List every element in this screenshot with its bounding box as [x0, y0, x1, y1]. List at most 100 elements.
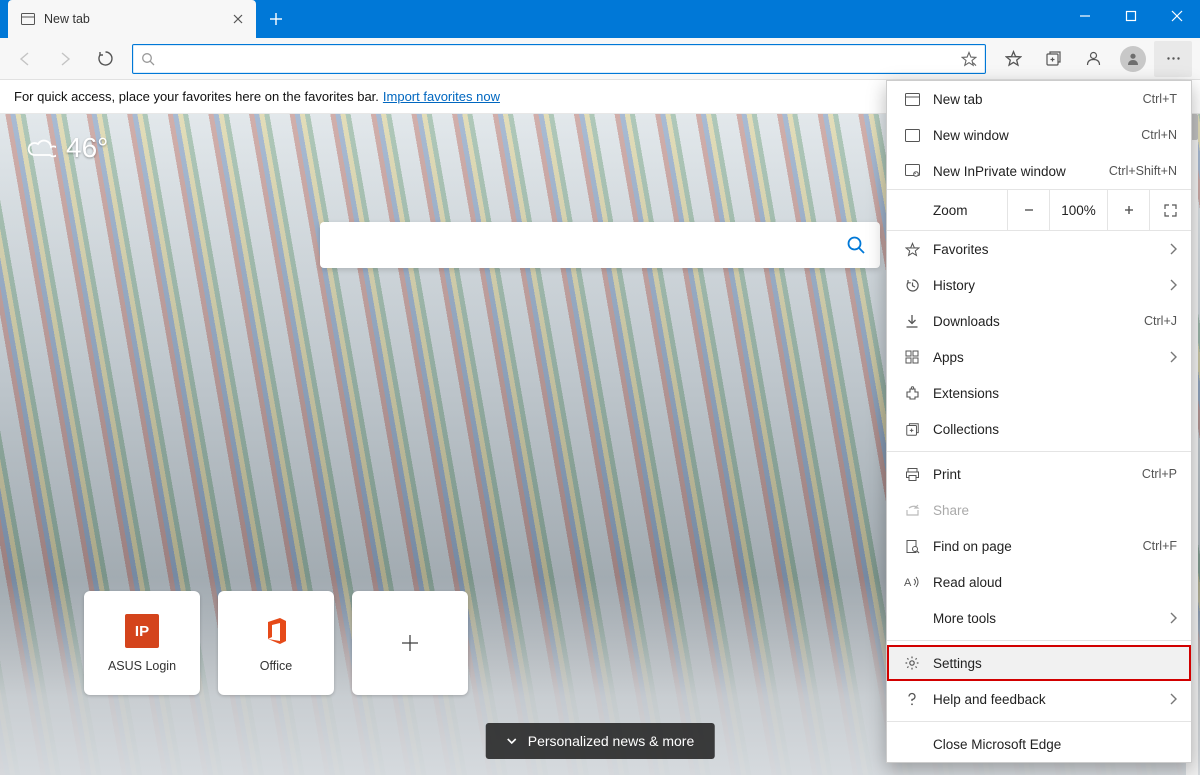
menu-shortcut: Ctrl+J: [1144, 314, 1177, 328]
collections-icon: [901, 422, 923, 437]
settings-more-menu: New tab Ctrl+T New window Ctrl+N New InP…: [886, 80, 1192, 763]
menu-close-edge[interactable]: Close Microsoft Edge: [887, 726, 1191, 762]
more-menu-button[interactable]: [1154, 41, 1192, 77]
menu-label: Share: [933, 503, 1177, 518]
inprivate-icon: [901, 164, 923, 178]
menu-print[interactable]: Print Ctrl+P: [887, 456, 1191, 492]
tab-title: New tab: [44, 12, 222, 26]
avatar-icon: [1120, 46, 1146, 72]
menu-find-on-page[interactable]: Find on page Ctrl+F: [887, 528, 1191, 564]
search-icon: [141, 52, 155, 66]
menu-new-tab[interactable]: New tab Ctrl+T: [887, 81, 1191, 117]
star-icon: [901, 242, 923, 257]
chevron-right-icon: [1169, 351, 1177, 363]
minimize-button[interactable]: [1062, 0, 1108, 32]
menu-read-aloud[interactable]: A Read aloud: [887, 564, 1191, 600]
back-button[interactable]: [6, 41, 44, 77]
menu-history[interactable]: History: [887, 267, 1191, 303]
fullscreen-button[interactable]: [1149, 190, 1191, 230]
tile-asus-login[interactable]: IP ASUS Login: [84, 591, 200, 695]
menu-new-inprivate[interactable]: New InPrivate window Ctrl+Shift+N: [887, 153, 1191, 189]
zoom-out-button[interactable]: [1007, 190, 1049, 230]
profile-icon-button[interactable]: [1074, 41, 1112, 77]
cloud-icon: [26, 137, 56, 159]
find-icon: [901, 539, 923, 554]
menu-shortcut: Ctrl+N: [1141, 128, 1177, 142]
zoom-in-button[interactable]: [1107, 190, 1149, 230]
menu-extensions[interactable]: Extensions: [887, 375, 1191, 411]
toolbar: [0, 38, 1200, 80]
menu-shortcut: Ctrl+T: [1143, 92, 1177, 106]
menu-zoom-row: Zoom 100%: [887, 189, 1191, 231]
maximize-button[interactable]: [1108, 0, 1154, 32]
news-toggle-bar[interactable]: Personalized news & more: [486, 723, 715, 759]
favorites-button[interactable]: [994, 41, 1032, 77]
forward-button[interactable]: [46, 41, 84, 77]
menu-separator: [887, 640, 1191, 641]
history-icon: [901, 278, 923, 293]
add-favorite-icon[interactable]: [961, 51, 977, 67]
svg-text:A: A: [904, 577, 912, 589]
ntp-search-box[interactable]: [320, 222, 880, 268]
chevron-right-icon: [1169, 243, 1177, 255]
extensions-icon: [901, 386, 923, 401]
tab-page-icon: [20, 11, 36, 27]
apps-icon: [901, 350, 923, 364]
chevron-right-icon: [1169, 612, 1177, 624]
collections-button[interactable]: [1034, 41, 1072, 77]
menu-label: History: [933, 278, 1169, 293]
menu-apps[interactable]: Apps: [887, 339, 1191, 375]
favorites-hint: For quick access, place your favorites h…: [14, 89, 379, 104]
tile-office[interactable]: Office: [218, 591, 334, 695]
weather-widget[interactable]: 46°: [26, 132, 108, 164]
menu-label: Extensions: [933, 386, 1177, 401]
ntp-search-input[interactable]: [334, 237, 846, 254]
avatar-button[interactable]: [1114, 41, 1152, 77]
tile-label: ASUS Login: [108, 659, 176, 673]
menu-favorites[interactable]: Favorites: [887, 231, 1191, 267]
browser-tab[interactable]: New tab: [8, 0, 256, 38]
menu-label: Help and feedback: [933, 692, 1169, 707]
address-input[interactable]: [163, 51, 961, 66]
menu-separator: [887, 451, 1191, 452]
tile-add-site[interactable]: [352, 591, 468, 695]
import-favorites-link[interactable]: Import favorites now: [383, 89, 500, 104]
refresh-button[interactable]: [86, 41, 124, 77]
title-bar: New tab: [0, 0, 1200, 38]
tab-close-button[interactable]: [230, 11, 246, 27]
weather-temp: 46°: [66, 132, 108, 164]
menu-label: New tab: [933, 92, 1143, 107]
new-tab-icon: [901, 93, 923, 106]
window-controls: [1062, 0, 1200, 32]
menu-label: Apps: [933, 350, 1169, 365]
chevron-down-icon: [506, 735, 518, 747]
menu-shortcut: Ctrl+F: [1143, 539, 1177, 553]
menu-shortcut: Ctrl+Shift+N: [1109, 164, 1177, 178]
search-icon[interactable]: [846, 235, 866, 255]
menu-label: Read aloud: [933, 575, 1177, 590]
menu-collections[interactable]: Collections: [887, 411, 1191, 447]
chevron-right-icon: [1169, 693, 1177, 705]
menu-separator: [887, 721, 1191, 722]
window-icon: [901, 129, 923, 142]
menu-help[interactable]: Help and feedback: [887, 681, 1191, 717]
close-window-button[interactable]: [1154, 0, 1200, 32]
menu-label: More tools: [933, 611, 1169, 626]
menu-new-window[interactable]: New window Ctrl+N: [887, 117, 1191, 153]
download-icon: [901, 314, 923, 329]
gear-icon: [901, 655, 923, 671]
menu-label: Settings: [933, 656, 1177, 671]
menu-downloads[interactable]: Downloads Ctrl+J: [887, 303, 1191, 339]
menu-settings[interactable]: Settings: [887, 645, 1191, 681]
menu-label: Collections: [933, 422, 1177, 437]
news-toggle-label: Personalized news & more: [528, 733, 695, 749]
address-bar[interactable]: [132, 44, 986, 74]
share-icon: [901, 503, 923, 517]
menu-more-tools[interactable]: More tools: [887, 600, 1191, 636]
zoom-value: 100%: [1049, 190, 1107, 230]
menu-label: Close Microsoft Edge: [933, 737, 1177, 752]
menu-shortcut: Ctrl+P: [1142, 467, 1177, 481]
new-tab-button[interactable]: [260, 3, 292, 35]
menu-label: New window: [933, 128, 1141, 143]
menu-label: Favorites: [933, 242, 1169, 257]
